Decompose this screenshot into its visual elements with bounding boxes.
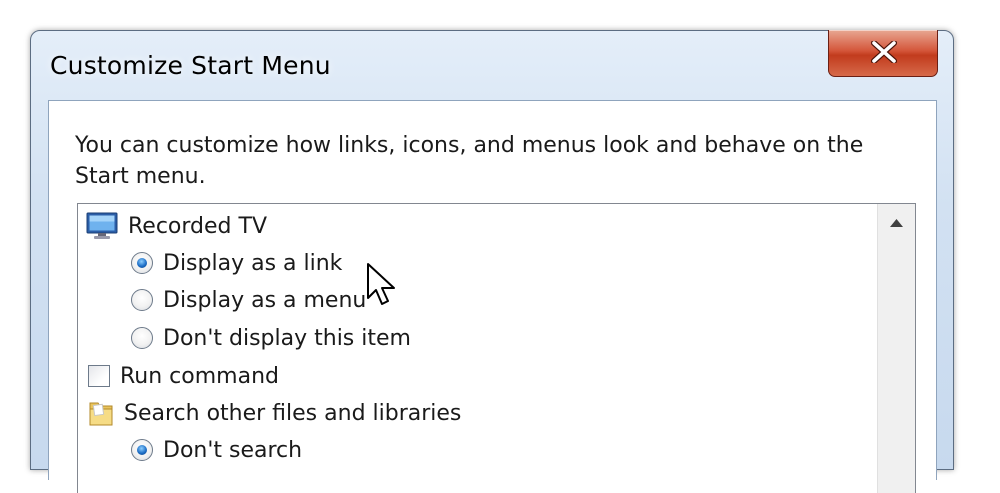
- list-item-label: Display as a link: [163, 250, 343, 276]
- close-button[interactable]: [828, 30, 938, 77]
- radio-button-selected[interactable]: [131, 252, 153, 274]
- list-item-recorded-tv: Recorded TV: [86, 208, 267, 244]
- list-item-label: Display as a menu: [163, 287, 367, 313]
- list-item-display-as-menu[interactable]: Display as a menu: [131, 282, 366, 318]
- list-item-dont-display[interactable]: Don't display this item: [131, 320, 411, 356]
- radio-button[interactable]: [131, 289, 153, 311]
- list-item-label: Don't display this item: [163, 325, 411, 351]
- window-title: Customize Start Menu: [50, 51, 331, 80]
- list-item-display-as-link[interactable]: Display as a link: [131, 245, 342, 281]
- start-menu-options-list[interactable]: Recorded TV Display as a link Display as…: [77, 203, 916, 493]
- customize-start-menu-window: Customize Start Menu You can customize h…: [30, 30, 954, 493]
- list-item-label: Don't search: [163, 437, 303, 463]
- radio-button-selected[interactable]: [131, 439, 153, 461]
- close-icon: [871, 41, 897, 63]
- vertical-scrollbar[interactable]: [877, 204, 915, 493]
- dialog-body: You can customize how links, icons, and …: [48, 100, 937, 493]
- list-item-label: Recorded TV: [128, 213, 267, 239]
- list-item-label: Run command: [120, 363, 279, 389]
- list-item-label: Search other files and libraries: [124, 400, 462, 426]
- folder-icon: [89, 402, 113, 426]
- list-item-dont-search[interactable]: Don't search: [131, 432, 302, 468]
- scroll-up-button[interactable]: [878, 204, 915, 242]
- radio-button[interactable]: [131, 327, 153, 349]
- dialog-description: You can customize how links, icons, and …: [75, 133, 864, 189]
- checkbox[interactable]: [88, 365, 110, 387]
- list-item-search-files: Search other files and libraries: [88, 395, 461, 431]
- scroll-up-arrow-icon: [890, 219, 903, 227]
- list-item-run-command[interactable]: Run command: [88, 358, 279, 394]
- tv-icon: [86, 212, 118, 239]
